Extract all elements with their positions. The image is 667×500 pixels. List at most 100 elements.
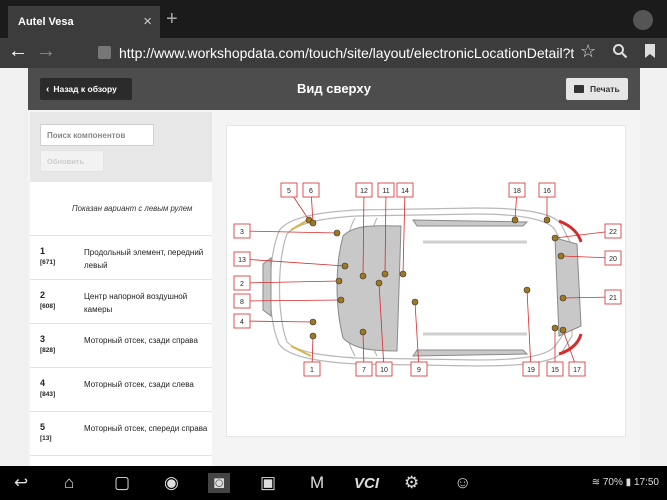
component-location-point[interactable] bbox=[359, 272, 367, 280]
component-location-point[interactable] bbox=[523, 286, 531, 294]
tab-title: Autel Vesa bbox=[18, 16, 74, 28]
item-number: 1 bbox=[40, 246, 46, 256]
page: ‹ Назад к обзору Вид сверху Печать Поиск … bbox=[0, 68, 667, 466]
variant-note: Показан вариант с левым рулем bbox=[30, 182, 212, 236]
callout-label: 13 bbox=[238, 257, 246, 264]
page-header: ‹ Назад к обзору Вид сверху Печать bbox=[28, 68, 640, 110]
component-location-point[interactable] bbox=[511, 216, 519, 224]
component-list-item[interactable]: 6Продольный элемент bbox=[30, 456, 212, 466]
callout-label: 10 bbox=[380, 367, 388, 374]
item-code: [608] bbox=[40, 303, 56, 310]
component-location-point[interactable] bbox=[557, 252, 565, 260]
component-location-point[interactable] bbox=[551, 234, 559, 242]
callout-line bbox=[241, 320, 314, 323]
car-top-view-diagram: 12345 678910111213141516171819202122 bbox=[233, 182, 622, 377]
item-number: 2 bbox=[40, 290, 46, 300]
close-tab-icon[interactable]: × bbox=[143, 13, 152, 30]
battery-percent: 70% bbox=[602, 477, 623, 488]
item-code: [671] bbox=[40, 259, 56, 266]
vci-icon[interactable]: VCI bbox=[354, 475, 379, 492]
chrome-icon[interactable]: ◉ bbox=[164, 473, 179, 493]
component-location-point[interactable] bbox=[333, 229, 341, 237]
roof bbox=[423, 240, 527, 336]
component-location-point[interactable] bbox=[309, 318, 317, 326]
item-description: Центр напорной воздушной камеры bbox=[84, 292, 188, 314]
component-location-point[interactable] bbox=[309, 219, 317, 227]
browser-menu-icon[interactable] bbox=[633, 10, 653, 30]
system-nav-bar: ↩ ⌂ ▢ ◉ ◙ ▣ M VCI ⚙ ☺ ≋ 70% ▮ 17:50 bbox=[0, 466, 667, 500]
component-location-point[interactable] bbox=[399, 270, 407, 278]
component-list: 1 [671] Продольный элемент, передний левый… bbox=[30, 236, 212, 466]
star-icon[interactable]: ☆ bbox=[580, 41, 596, 62]
component-list-item[interactable]: 3 [828] Моторный отсек, сзади справа bbox=[30, 324, 212, 368]
component-location-point[interactable] bbox=[337, 296, 345, 304]
callout-label: 7 bbox=[362, 367, 366, 374]
callout-label: 15 bbox=[551, 367, 559, 374]
callout-label: 14 bbox=[401, 188, 409, 195]
item-description: Продольный элемент, передний левый bbox=[84, 248, 204, 270]
callout-label: 17 bbox=[573, 367, 581, 374]
back-icon[interactable]: ↩ bbox=[14, 473, 28, 493]
callout-label: 16 bbox=[543, 188, 551, 195]
component-sidebar: Поиск компонентов Обновить Показан вариа… bbox=[30, 112, 212, 466]
callout-label: 20 bbox=[609, 256, 617, 263]
callout-line bbox=[402, 189, 406, 275]
printer-icon bbox=[574, 85, 584, 93]
item-description: Моторный отсек, спереди справа bbox=[84, 424, 208, 433]
component-location-point[interactable] bbox=[543, 216, 551, 224]
forward-arrow-icon[interactable]: → bbox=[36, 40, 56, 63]
component-location-point[interactable] bbox=[551, 324, 559, 332]
callout-label: 3 bbox=[240, 229, 244, 236]
component-list-item[interactable]: 4 [843] Моторный отсек, сзади слева bbox=[30, 368, 212, 412]
settings-icon[interactable]: ⚙ bbox=[404, 473, 419, 493]
component-location-point[interactable] bbox=[359, 328, 367, 336]
component-location-point[interactable] bbox=[411, 298, 419, 306]
recent-apps-icon[interactable]: ▢ bbox=[114, 473, 130, 493]
bookmark-icon[interactable] bbox=[644, 43, 656, 63]
clock: 17:50 bbox=[633, 477, 659, 488]
front-markers bbox=[290, 217, 312, 357]
new-tab-icon[interactable]: + bbox=[166, 8, 178, 31]
callout-label: 18 bbox=[513, 188, 521, 195]
component-list-item[interactable]: 2 [608] Центр напорной воздушной камеры bbox=[30, 280, 212, 324]
browser-tab[interactable]: Autel Vesa × bbox=[8, 6, 160, 38]
callout-line bbox=[241, 258, 346, 267]
camera-icon[interactable]: ◙ bbox=[208, 473, 231, 493]
page-title: Вид сверху bbox=[297, 81, 371, 96]
component-location-point[interactable] bbox=[559, 326, 567, 334]
back-arrow-icon[interactable]: ← bbox=[8, 40, 28, 63]
item-code: [13] bbox=[40, 435, 52, 442]
component-location-point[interactable] bbox=[341, 262, 349, 270]
callout-label: 9 bbox=[417, 367, 421, 374]
user-icon[interactable]: ☺ bbox=[454, 473, 471, 493]
callout-label: 22 bbox=[609, 229, 617, 236]
component-location-point[interactable] bbox=[375, 279, 383, 287]
address-bar: ← → http://www.workshopdata.com/touch/si… bbox=[0, 38, 667, 68]
page-icon bbox=[98, 46, 111, 59]
print-button[interactable]: Печать bbox=[566, 78, 628, 100]
refresh-button[interactable]: Обновить bbox=[40, 150, 104, 172]
component-list-item[interactable]: 1 [671] Продольный элемент, передний левый bbox=[30, 236, 212, 280]
diagram-panel: 1 2 3 4 5 6 7 8 9 10 11 12 13 14 15 16 17 18 19 20 21 22 bbox=[226, 125, 626, 437]
component-location-point[interactable] bbox=[381, 270, 389, 278]
component-location-point[interactable] bbox=[309, 332, 317, 340]
component-location-point[interactable] bbox=[559, 294, 567, 302]
item-description: Моторный отсек, сзади слева bbox=[84, 380, 194, 389]
component-search-input[interactable]: Поиск компонентов bbox=[40, 124, 154, 146]
component-list-item[interactable]: 5 [13] Моторный отсек, спереди справа bbox=[30, 412, 212, 456]
callout-line bbox=[554, 230, 614, 239]
home-icon[interactable]: ⌂ bbox=[64, 473, 74, 493]
status-area: ≋ 70% ▮ 17:50 bbox=[592, 477, 659, 488]
callout-label: 5 bbox=[287, 188, 291, 195]
url-field[interactable]: http://www.workshopdata.com/touch/site/l… bbox=[119, 45, 574, 61]
maxisys-icon[interactable]: M bbox=[310, 473, 324, 493]
battery-icon: ▮ bbox=[625, 477, 632, 488]
component-location-point[interactable] bbox=[335, 277, 343, 285]
item-number: 5 bbox=[40, 422, 46, 432]
item-code: [843] bbox=[40, 391, 56, 398]
search-icon[interactable] bbox=[612, 43, 628, 64]
gallery-icon[interactable]: ▣ bbox=[260, 473, 276, 493]
item-number: 3 bbox=[40, 334, 46, 344]
item-code: [828] bbox=[40, 347, 56, 354]
callout-line bbox=[241, 299, 342, 302]
